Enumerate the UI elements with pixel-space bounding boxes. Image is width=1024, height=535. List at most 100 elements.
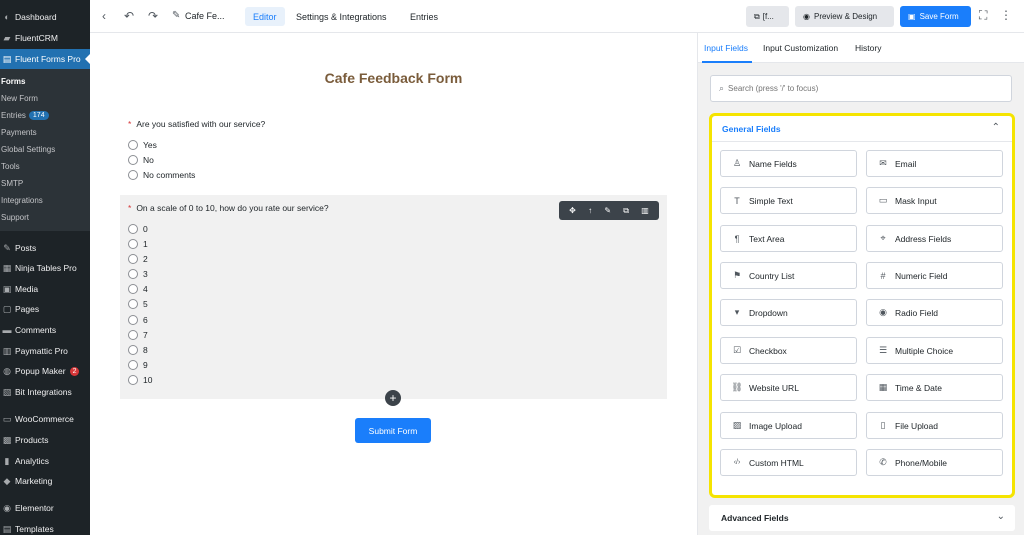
sidebar-item-pages[interactable]: ▢ Pages [0,299,90,319]
sidebar-item-elementor[interactable]: ◉ Elementor [0,498,90,518]
move-icon[interactable]: ✥ [569,206,576,215]
radio-option[interactable]: 8 [128,345,148,355]
submenu-tools[interactable]: Tools [0,158,90,175]
radio-button[interactable] [128,140,138,150]
field-text-area[interactable]: ¶ Text Area [720,225,857,252]
radio-option[interactable]: 0 [128,224,148,234]
duplicate-icon[interactable]: ⧉ [623,206,629,216]
radio-option[interactable]: No comments [128,170,195,180]
more-vertical-icon[interactable]: ⋮ [1000,8,1012,22]
sidebar-item-media[interactable]: ▣ Media [0,279,90,299]
sidebar-item-woocommerce[interactable]: ▭ WooCommerce [0,409,90,429]
tab-editor[interactable]: Editor [245,7,285,26]
radio-button[interactable] [128,330,138,340]
search-input[interactable] [728,84,989,93]
preview-design-button[interactable]: ◉ Preview & Design [795,6,894,27]
field-simple-text[interactable]: T Simple Text [720,187,857,214]
field-dropdown[interactable]: ▾ Dropdown [720,299,857,326]
field-custom-html[interactable]: ‹/› Custom HTML [720,449,857,476]
question-rating[interactable]: * On a scale of 0 to 10, how do you rate … [128,203,329,213]
pencil-icon[interactable]: ✎ [172,10,180,21]
sidebar-item-templates[interactable]: ▤ Templates [0,519,90,535]
fullscreen-icon[interactable]: ⛶ [979,8,987,23]
redo-icon[interactable]: ↷ [148,9,158,23]
field-multiple-choice[interactable]: ☰ Multiple Choice [866,337,1003,364]
radio-button[interactable] [128,155,138,165]
sidebar-item-paymattic[interactable]: ▥ Paymattic Pro [0,341,90,361]
submenu-new-form[interactable]: New Form [0,90,90,107]
field-country-list[interactable]: ⚑ Country List [720,262,857,289]
field-website-url[interactable]: ⛓ Website URL [720,374,857,401]
radio-option[interactable]: 7 [128,330,148,340]
radio-button[interactable] [128,360,138,370]
sidebar-item-comments[interactable]: ▬ Comments [0,320,90,340]
save-form-button[interactable]: ▣ Save Form [900,6,971,27]
radio-button[interactable] [128,345,138,355]
radio-button[interactable] [128,170,138,180]
radio-option[interactable]: 10 [128,375,152,385]
sidebar-item-bit-integrations[interactable]: ▧ Bit Integrations [0,382,90,402]
submenu-payments[interactable]: Payments [0,124,90,141]
form-name[interactable]: Cafe Fe... [185,11,225,21]
shortcode-button[interactable]: ⧉ [f... [746,6,789,27]
undo-icon[interactable]: ↶ [124,9,134,23]
submenu-integrations[interactable]: Integrations [0,192,90,209]
submit-form-button[interactable]: Submit Form [355,418,431,443]
submenu-entries[interactable]: Entries 174 [0,107,90,124]
field-mask-input[interactable]: ▭ Mask Input [866,187,1003,214]
radio-option[interactable]: 1 [128,239,148,249]
field-image-upload[interactable]: ▨ Image Upload [720,412,857,439]
edit-icon[interactable]: ✎ [604,206,611,215]
question-satisfied[interactable]: * Are you satisfied with our service? [128,119,265,129]
tab-input-customization[interactable]: Input Customization [763,43,838,53]
tab-input-fields[interactable]: Input Fields [704,43,748,53]
submenu-support[interactable]: Support [0,209,90,226]
radio-button[interactable] [128,269,138,279]
field-email[interactable]: ✉ Email [866,150,1003,177]
radio-option[interactable]: 3 [128,269,148,279]
sidebar-item-products[interactable]: ▩ Products [0,430,90,450]
sidebar-item-fluentcrm[interactable]: ▰ FluentCRM [0,28,90,48]
tab-entries[interactable]: Entries [402,7,446,26]
sidebar-item-ninja-tables[interactable]: ▦ Ninja Tables Pro [0,258,90,278]
sidebar-item-marketing[interactable]: ◆ Marketing [0,471,90,491]
field-address-fields[interactable]: ⌖ Address Fields [866,225,1003,252]
submenu-global-settings[interactable]: Global Settings [0,141,90,158]
chevron-down-icon[interactable]: ⌄ [997,511,1005,522]
radio-option[interactable]: 6 [128,315,148,325]
trash-icon[interactable]: ▥ [641,206,649,215]
sidebar-item-popup-maker[interactable]: ◍ Popup Maker 2 [0,361,90,381]
advanced-fields-section[interactable]: Advanced Fields ⌄ [709,505,1015,531]
sidebar-item-dashboard[interactable]: ◐ Dashboard [0,7,90,27]
field-phone-mobile[interactable]: ✆ Phone/Mobile [866,449,1003,476]
tab-settings-integrations[interactable]: Settings & Integrations [288,7,395,26]
arrow-up-icon[interactable]: ↑ [588,206,592,215]
submenu-forms[interactable]: Forms [0,73,90,90]
chevron-left-icon[interactable]: ‹ [102,9,106,23]
radio-option[interactable]: No [128,155,154,165]
field-time-date[interactable]: ▦ Time & Date [866,374,1003,401]
submenu-smtp[interactable]: SMTP [0,175,90,192]
field-file-upload[interactable]: ▯ File Upload [866,412,1003,439]
tab-history[interactable]: History [855,43,881,53]
radio-button[interactable] [128,284,138,294]
sidebar-item-analytics[interactable]: ▮ Analytics [0,451,90,471]
radio-button[interactable] [128,239,138,249]
field-numeric-field[interactable]: # Numeric Field [866,262,1003,289]
radio-option[interactable]: 4 [128,284,148,294]
field-radio-field[interactable]: ◉ Radio Field [866,299,1003,326]
sidebar-item-fluent-forms-pro[interactable]: ▤ Fluent Forms Pro [0,49,90,69]
sidebar-item-posts[interactable]: ✎ Posts [0,238,90,258]
chevron-up-icon[interactable]: ⌃ [992,122,1000,133]
radio-option[interactable]: 9 [128,360,148,370]
field-name-fields[interactable]: ♙ Name Fields [720,150,857,177]
selected-field-block[interactable] [120,195,667,399]
radio-button[interactable] [128,224,138,234]
general-fields-header[interactable]: General Fields ⌃ [712,116,1012,142]
radio-option[interactable]: Yes [128,140,157,150]
add-field-button[interactable]: + [385,390,401,406]
radio-option[interactable]: 2 [128,254,148,264]
radio-button[interactable] [128,299,138,309]
radio-button[interactable] [128,375,138,385]
radio-option[interactable]: 5 [128,299,148,309]
